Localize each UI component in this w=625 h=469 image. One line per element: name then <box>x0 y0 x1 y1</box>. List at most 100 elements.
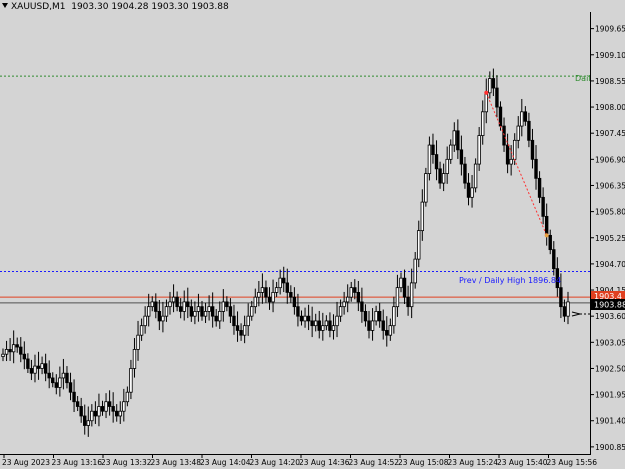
candle-body-down <box>43 363 48 374</box>
price-arrow-icon <box>571 311 581 317</box>
candle-body-up <box>427 144 432 174</box>
candle-body-down <box>559 287 563 308</box>
candle-body-down <box>367 320 371 331</box>
candle-body-down <box>186 301 190 308</box>
candle-body-up <box>314 320 318 327</box>
candle-body-up <box>566 301 570 317</box>
candle-body-down <box>292 296 297 308</box>
candle-body-up <box>413 258 417 284</box>
candle-body-up <box>242 325 247 336</box>
dropdown-triangle-icon[interactable] <box>2 3 8 8</box>
candle-body-down <box>214 315 218 322</box>
candle-body-down <box>523 111 528 122</box>
time-tick-label: 23 Aug 15:56 <box>547 458 598 467</box>
candle-body-down <box>235 325 240 331</box>
candle-body-up <box>342 301 346 308</box>
candle-body-up <box>97 406 101 417</box>
candle-body-down <box>552 249 556 270</box>
candle-body-up <box>11 344 16 353</box>
candle-body-down <box>267 296 272 303</box>
candle-body-up <box>143 315 147 327</box>
candle-body-up <box>218 311 222 322</box>
price-tick-label: 1908.55 <box>595 77 625 86</box>
candle-body-down <box>15 344 19 348</box>
candle-body-up <box>136 334 140 350</box>
candle-body-down <box>328 320 332 331</box>
current-price-text: 1903.88 <box>594 301 625 310</box>
candle-body-down <box>377 311 382 322</box>
candle-body-down <box>285 282 289 293</box>
candle-body-up <box>40 363 44 369</box>
symbol-label: XAUUSD,M1 <box>11 2 66 12</box>
chart-window[interactable]: 1909.65 1909.10 1908.55 1908.00 1907.45 1906.… <box>0 0 625 469</box>
candle-body-down <box>459 149 464 165</box>
candle-body-down <box>282 277 286 284</box>
price-tick-label: 1908.00 <box>595 103 625 112</box>
time-tick-label: 23 Aug 14:52 <box>349 458 400 467</box>
candle-body-down <box>353 287 357 293</box>
price-tick-label: 1902.50 <box>595 364 625 373</box>
candle-body-up <box>129 368 133 393</box>
price-tick-label: 1907.45 <box>595 129 625 138</box>
axes <box>0 12 591 455</box>
candle-body-up <box>303 315 307 322</box>
prev-daily-high-label: Prev / Daily High 1896.84 <box>459 276 561 285</box>
candle-body-up <box>125 391 130 403</box>
candle-body-up <box>1 353 5 357</box>
time-tick-label: 23 Aug 13:32 <box>101 458 152 467</box>
candle-body-up <box>164 306 169 317</box>
candle-body-up <box>477 135 481 165</box>
candle-body-down <box>228 306 233 317</box>
candle-body-down <box>29 368 34 374</box>
candle-body-down <box>93 410 98 417</box>
candle-body-down <box>406 296 410 308</box>
price-tick-label: 1906.90 <box>595 155 625 164</box>
candle-body-up <box>150 301 154 308</box>
candle-body-down <box>438 168 442 184</box>
time-tick-label: 23 Aug 15:40 <box>497 458 548 467</box>
candle-body-down <box>360 301 364 312</box>
candle-body-down <box>537 177 542 198</box>
trend-point-start <box>484 90 489 95</box>
candle-body-up <box>182 301 186 312</box>
candle-body-up <box>168 301 172 308</box>
price-tick-label: 1901.40 <box>595 417 625 426</box>
candle-body-down <box>264 287 268 298</box>
candle-body-up <box>424 173 428 203</box>
ohlc-values: 1903.30 1904.28 1903.30 1903.88 <box>71 2 229 12</box>
candle-body-up <box>118 410 122 417</box>
candle-body-up <box>161 315 165 322</box>
candle-body-up <box>399 277 403 289</box>
time-tick-label: 23 Aug 15:08 <box>398 458 449 467</box>
candle-body-up <box>331 325 336 331</box>
chart-canvas[interactable]: 1909.65 1909.10 1908.55 1908.00 1907.45 1906.… <box>0 0 625 469</box>
candle-body-down <box>502 125 506 146</box>
candle-body-up <box>345 296 350 303</box>
candle-body-down <box>83 415 87 426</box>
candle-body-up <box>250 306 254 317</box>
time-tick-label: 23 Aug 14:20 <box>250 458 301 467</box>
candle-body-up <box>61 372 66 379</box>
candle-body-up <box>171 296 176 303</box>
candle-body-down <box>534 158 538 179</box>
price-tick-label: 1909.10 <box>595 51 625 60</box>
time-axis: 23 Aug 2023 23 Aug 13:1623 Aug 13:3223 Au… <box>2 454 597 467</box>
candle-body-down <box>26 358 30 369</box>
candle-body-up <box>441 173 446 184</box>
candle-body-down <box>456 130 460 151</box>
candle-body-down <box>466 182 471 198</box>
candle-body-up <box>481 111 485 136</box>
candle-body-down <box>19 346 23 355</box>
trend-markers <box>484 90 549 238</box>
candle-body-down <box>51 377 55 384</box>
candle-body-down <box>239 330 243 336</box>
price-tick-label: 1905.80 <box>595 208 625 217</box>
candle-body-up <box>409 282 414 308</box>
candle-body-down <box>79 406 83 417</box>
candle-body-down <box>548 234 552 251</box>
candle-body-down <box>505 144 510 165</box>
candle-body-up <box>203 311 208 317</box>
candle-body-up <box>58 377 62 388</box>
candle-body-up <box>33 365 37 374</box>
candle-body-up <box>122 401 126 412</box>
